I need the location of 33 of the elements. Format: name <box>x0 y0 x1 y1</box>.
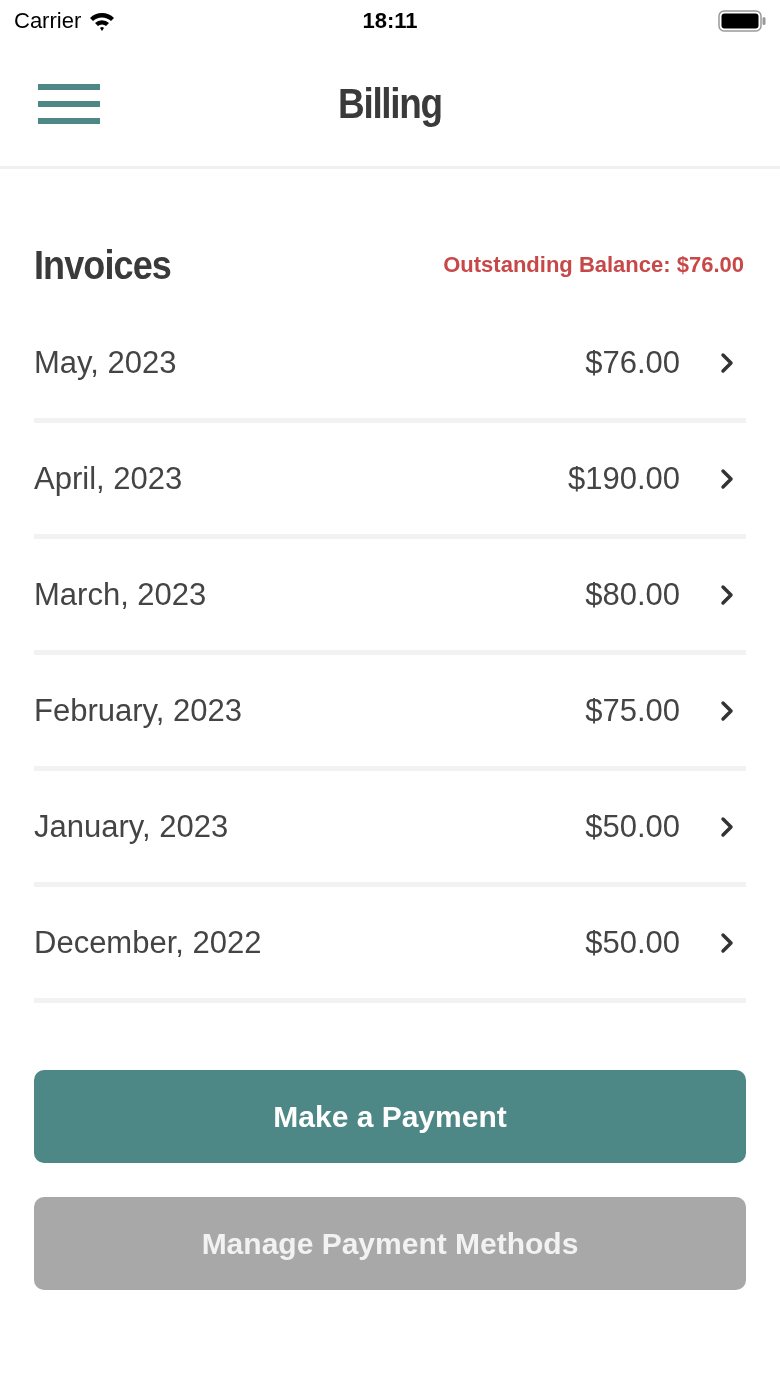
menu-icon[interactable] <box>38 84 100 124</box>
invoice-amount: $75.00 <box>585 692 680 729</box>
invoice-month: March, 2023 <box>34 576 208 613</box>
clock-time: 18:11 <box>362 8 418 34</box>
invoice-month: February, 2023 <box>34 692 243 729</box>
invoice-amount: $76.00 <box>585 344 680 381</box>
carrier-label: Carrier <box>14 8 82 34</box>
invoice-row[interactable]: April, 2023 $190.00 <box>34 423 746 539</box>
invoice-amount: $50.00 <box>585 808 680 845</box>
invoice-row[interactable]: March, 2023 $80.00 <box>34 539 746 655</box>
invoice-month: May, 2023 <box>34 344 178 381</box>
invoice-month: January, 2023 <box>34 808 230 845</box>
chevron-icon <box>720 467 734 490</box>
chevron-icon <box>720 699 734 722</box>
invoice-amount: $50.00 <box>585 924 680 961</box>
invoice-month: December, 2022 <box>34 924 263 961</box>
chevron-icon <box>720 351 734 374</box>
invoice-row[interactable]: May, 2023 $76.00 <box>34 307 746 423</box>
invoice-row[interactable]: February, 2023 $75.00 <box>34 655 746 771</box>
invoice-month: April, 2023 <box>34 460 184 497</box>
battery-icon <box>718 10 766 32</box>
chevron-icon <box>720 931 734 954</box>
chevron-icon <box>720 815 734 838</box>
page-title: Billing <box>338 80 442 128</box>
invoice-row[interactable]: January, 2023 $50.00 <box>34 771 746 887</box>
invoice-amount: $80.00 <box>585 576 680 613</box>
invoices-heading: Invoices <box>34 242 171 288</box>
wifi-icon <box>89 11 116 31</box>
invoice-amount: $190.00 <box>567 460 680 497</box>
make-payment-button[interactable]: Make a Payment <box>34 1070 746 1163</box>
outstanding-balance: Outstanding Balance: $76.00 <box>443 252 744 278</box>
invoice-row[interactable]: December, 2022 $50.00 <box>34 887 746 1003</box>
chevron-icon <box>720 583 734 606</box>
